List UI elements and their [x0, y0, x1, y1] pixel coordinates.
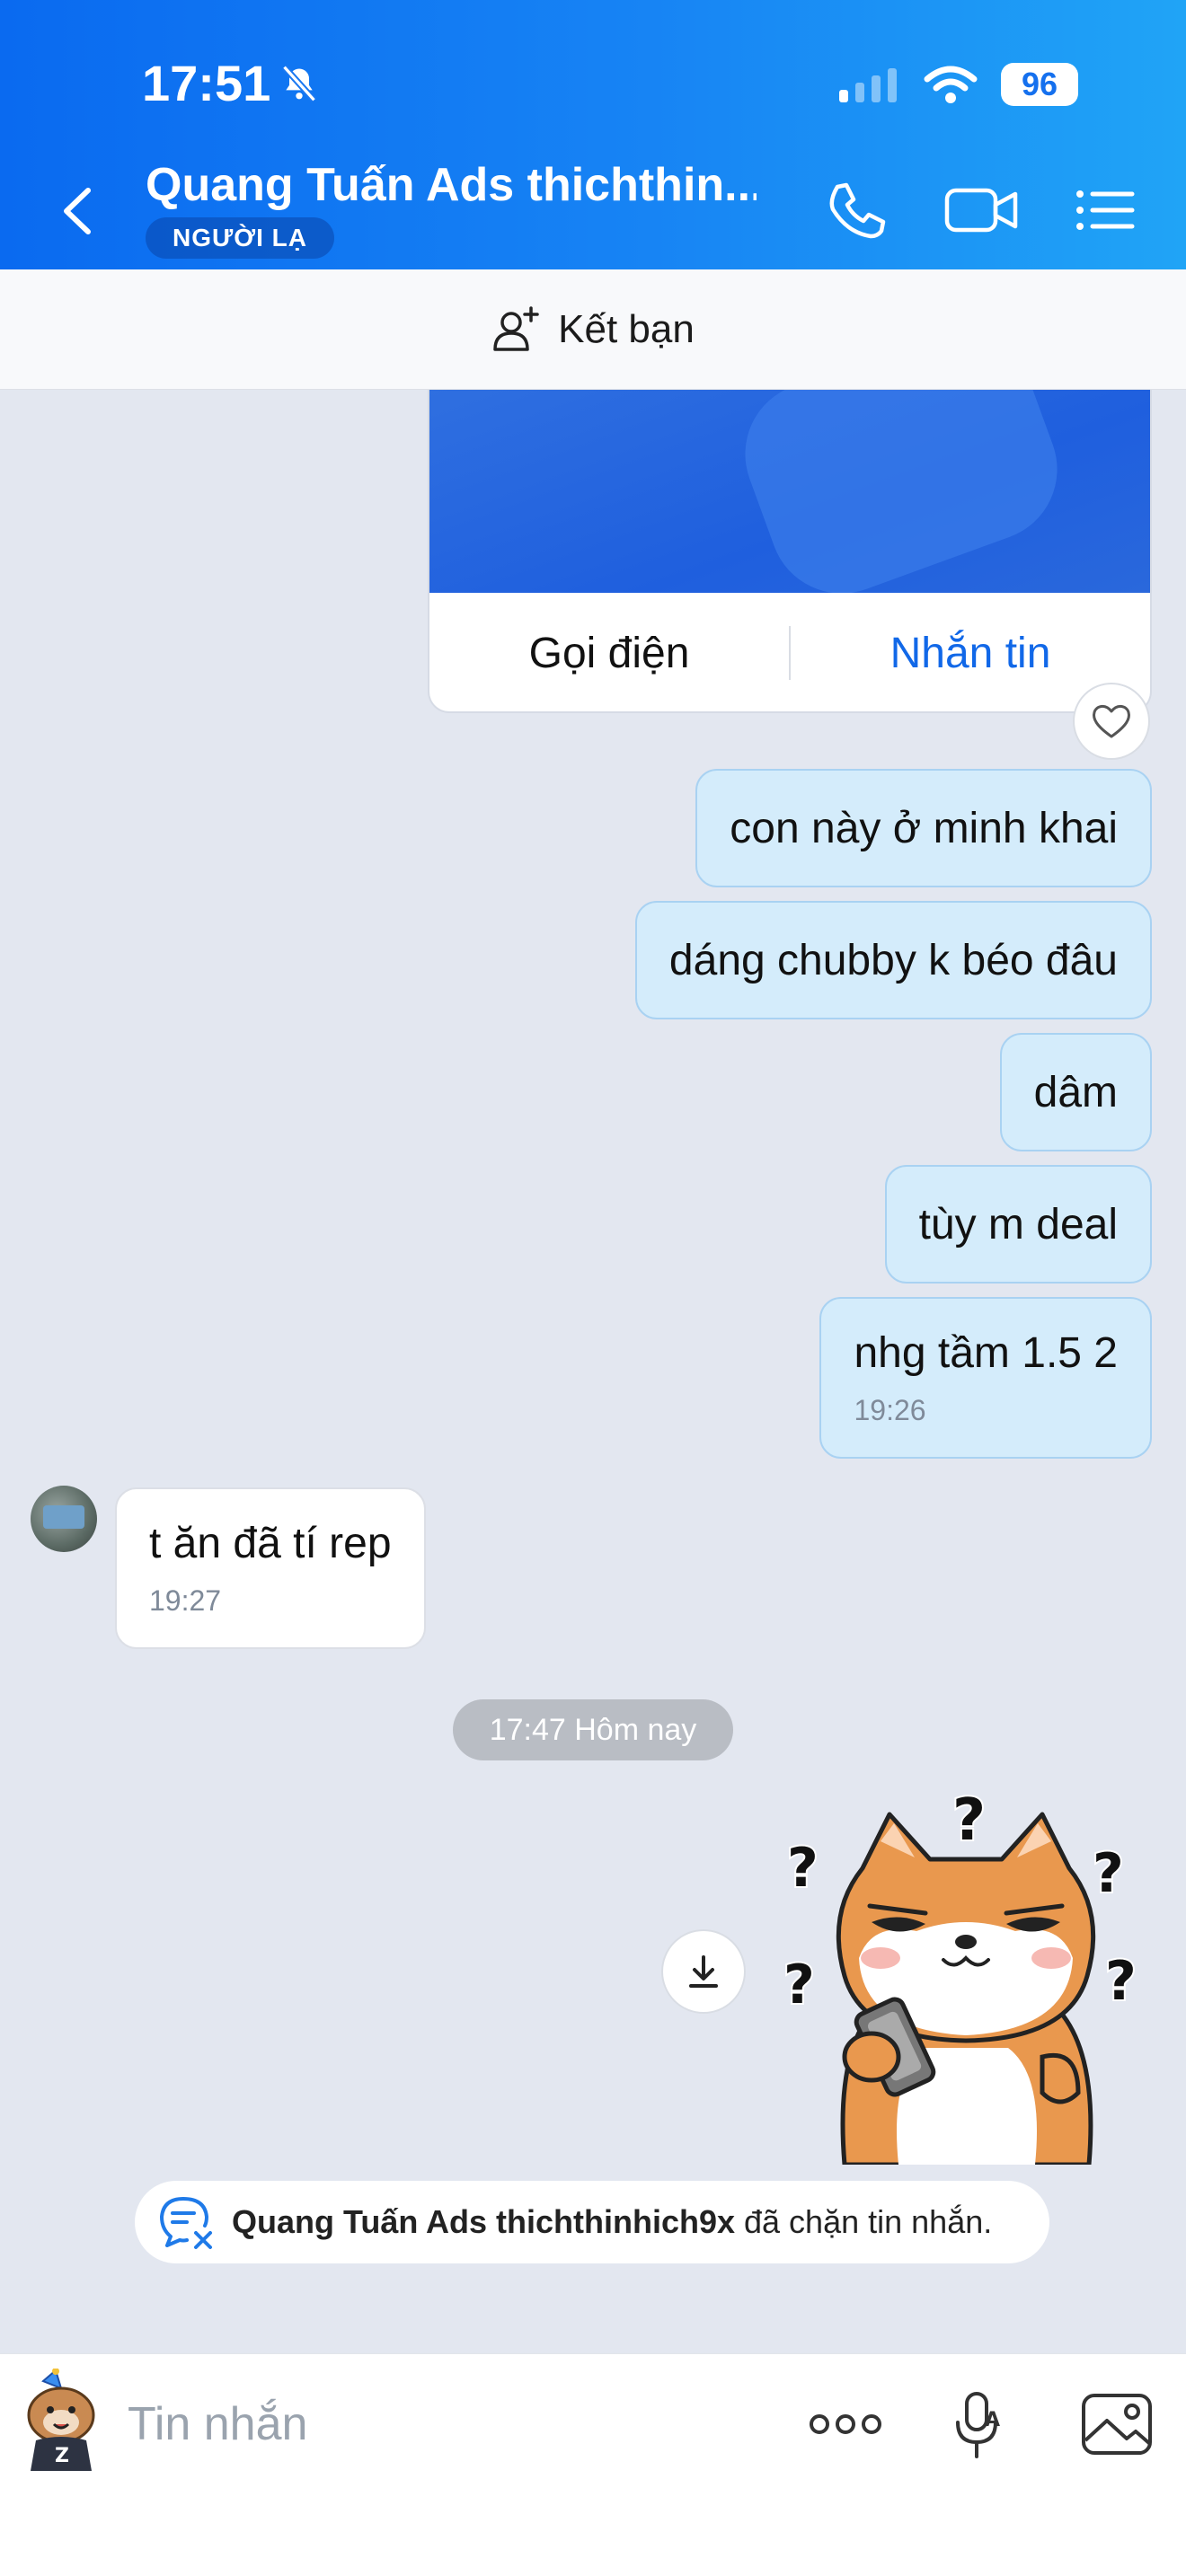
video-call-button[interactable] — [942, 178, 1022, 243]
react-button[interactable] — [1073, 683, 1150, 760]
status-indicators: 96 — [837, 63, 1078, 106]
contact-card-cover — [429, 390, 1150, 593]
more-dots-icon — [810, 2414, 881, 2434]
svg-text:?: ? — [952, 1787, 986, 1854]
svg-text:?: ? — [783, 1954, 815, 2016]
voice-call-button[interactable] — [819, 178, 891, 243]
blocked-notice-text: đã chặn tin nhắn. — [744, 2203, 993, 2240]
image-icon — [1082, 2394, 1152, 2455]
svg-text:?: ? — [787, 1837, 819, 1900]
contact-card-actions: Gọi điện Nhắn tin — [429, 593, 1150, 711]
status-time-text: 17:51 — [142, 55, 271, 111]
blocked-notice: Quang Tuấn Ads thichthinhich9x đã chặn t… — [135, 2181, 1049, 2263]
message-text: dâm — [1033, 1068, 1118, 1116]
voice-to-text-button[interactable]: A — [936, 2386, 1017, 2462]
battery-indicator: 96 — [1001, 63, 1078, 106]
svg-text:?: ? — [1093, 1842, 1124, 1905]
message-bubble[interactable]: tùy m deal — [884, 1165, 1152, 1284]
message-text: dáng chubby k béo đâu — [668, 936, 1118, 984]
message-text: t ăn đã tí rep — [149, 1520, 392, 1567]
video-call-icon — [944, 188, 1018, 233]
blocked-notice-name: Quang Tuấn Ads thichthinhich9x — [232, 2203, 736, 2240]
back-button[interactable] — [56, 180, 101, 243]
add-friend-label: Kết bạn — [558, 306, 695, 351]
message-bubble[interactable]: nhg tầm 1.5 2 19:26 — [819, 1297, 1152, 1459]
svg-text:Z: Z — [55, 2445, 69, 2467]
call-button[interactable]: Gọi điện — [429, 629, 789, 678]
message-input[interactable]: Tin nhắn — [128, 2390, 757, 2458]
more-options-button[interactable] — [805, 2386, 886, 2462]
stranger-badge: NGƯỜI LẠ — [146, 217, 334, 259]
chat-title[interactable]: Quang Tuấn Ads thichthin... — [146, 158, 757, 212]
download-icon — [689, 1955, 718, 1988]
shiba-confused-sticker[interactable]: ? ? ? ? ? — [773, 1787, 1159, 2165]
heart-icon — [1093, 705, 1130, 738]
message-time: 19:27 — [149, 1584, 222, 1617]
date-separator: 17:47 Hôm nay — [453, 1699, 733, 1760]
menu-list-icon — [1076, 190, 1135, 230]
message-composer: Z Tin nhắn A — [0, 2353, 1186, 2576]
image-picker-button[interactable] — [1076, 2386, 1157, 2462]
add-friend-button[interactable]: Kết bạn — [0, 269, 1186, 390]
sticker-mascot-button[interactable]: Z — [16, 2369, 106, 2473]
blocked-chat-icon — [160, 2197, 212, 2249]
signal-icon — [839, 68, 897, 102]
back-chevron-icon — [64, 188, 91, 234]
wifi-icon — [924, 66, 978, 103]
silent-bell-icon — [282, 64, 317, 102]
sender-avatar[interactable] — [31, 1486, 97, 1552]
phone-icon — [829, 182, 886, 239]
svg-text:?: ? — [1105, 1950, 1137, 2013]
download-sticker-button[interactable] — [661, 1929, 746, 2014]
status-time: 17:51 — [142, 54, 319, 112]
message-text: con này ở minh khai — [730, 804, 1118, 852]
message-time: 19:26 — [854, 1394, 926, 1426]
message-text: tùy m deal — [918, 1200, 1118, 1248]
message-button[interactable]: Nhắn tin — [791, 629, 1150, 678]
message-bubble[interactable]: t ăn đã tí rep 19:27 — [115, 1487, 426, 1649]
microphone-icon: A — [956, 2392, 1000, 2458]
message-bubble[interactable]: con này ở minh khai — [695, 769, 1152, 887]
message-bubble[interactable]: dáng chubby k béo đâu — [634, 901, 1152, 1019]
chat-header: 17:51 96 Quang Tuấn Ads thichthin... NGƯ… — [0, 0, 1186, 269]
contact-card: Gọi điện Nhắn tin — [428, 390, 1152, 713]
message-bubble[interactable]: dâm — [999, 1033, 1152, 1151]
add-friend-icon — [493, 305, 539, 351]
options-button[interactable] — [1071, 178, 1139, 243]
message-text: nhg tầm 1.5 2 — [854, 1329, 1118, 1377]
svg-text:A: A — [985, 2409, 1000, 2431]
